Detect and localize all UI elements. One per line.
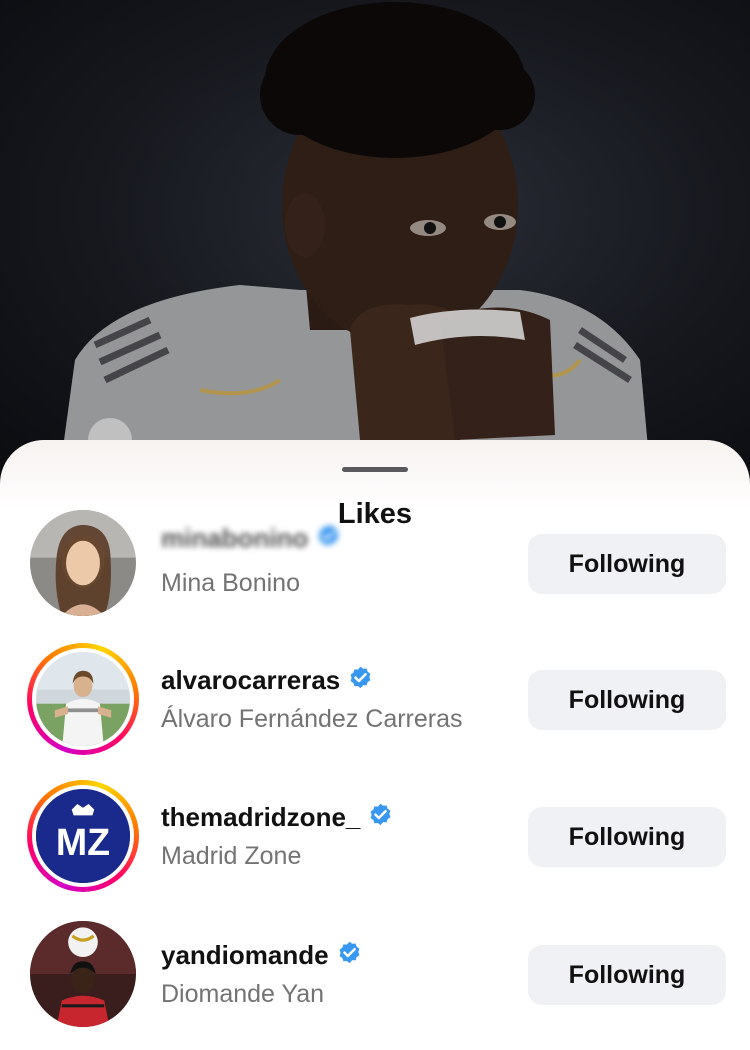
following-button[interactable]: Following [528, 534, 726, 594]
full-name: Diomande Yan [161, 980, 325, 1008]
avatar-story-ring[interactable] [27, 643, 139, 755]
username[interactable]: minabonino [161, 523, 342, 554]
verified-badge-icon [318, 524, 339, 547]
full-name: Álvaro Fernández Carreras [161, 705, 463, 733]
following-button[interactable]: Following [528, 807, 726, 867]
full-name: Madrid Zone [161, 842, 302, 870]
post-photo [0, 0, 750, 470]
avatar[interactable] [27, 507, 139, 619]
like-row[interactable]: alvarocarreras Álvaro Fernández Carreras… [0, 643, 750, 771]
like-row[interactable]: MZ themadridzone_ Madrid Zone Following [0, 780, 750, 908]
like-row[interactable]: yandiomande Diomande Yan Following [0, 918, 750, 1046]
following-button[interactable]: Following [528, 670, 726, 730]
avatar-photo [30, 510, 136, 616]
following-button[interactable]: Following [528, 945, 726, 1005]
verified-badge-icon [339, 941, 359, 964]
full-name: Mina Bonino [161, 569, 300, 597]
username[interactable]: yandiomande [161, 940, 363, 971]
avatar[interactable] [27, 918, 139, 1030]
avatar-photo [30, 921, 136, 1027]
username[interactable]: themadridzone_ [161, 802, 394, 833]
verified-badge-icon [350, 666, 371, 689]
avatar-logo: MZ [36, 789, 130, 883]
like-row[interactable]: minabonino Mina Bonino Following [0, 507, 750, 635]
avatar-logo-text: MZ [56, 821, 110, 863]
avatar-photo [36, 652, 130, 746]
avatar-story-ring[interactable]: MZ [27, 780, 139, 892]
sheet-grabber-handle[interactable] [342, 467, 408, 472]
likes-sheet: Likes minabonino Mina Bonino Following a… [0, 440, 750, 1050]
username[interactable]: alvarocarreras [161, 665, 374, 696]
verified-badge-icon [370, 803, 391, 826]
